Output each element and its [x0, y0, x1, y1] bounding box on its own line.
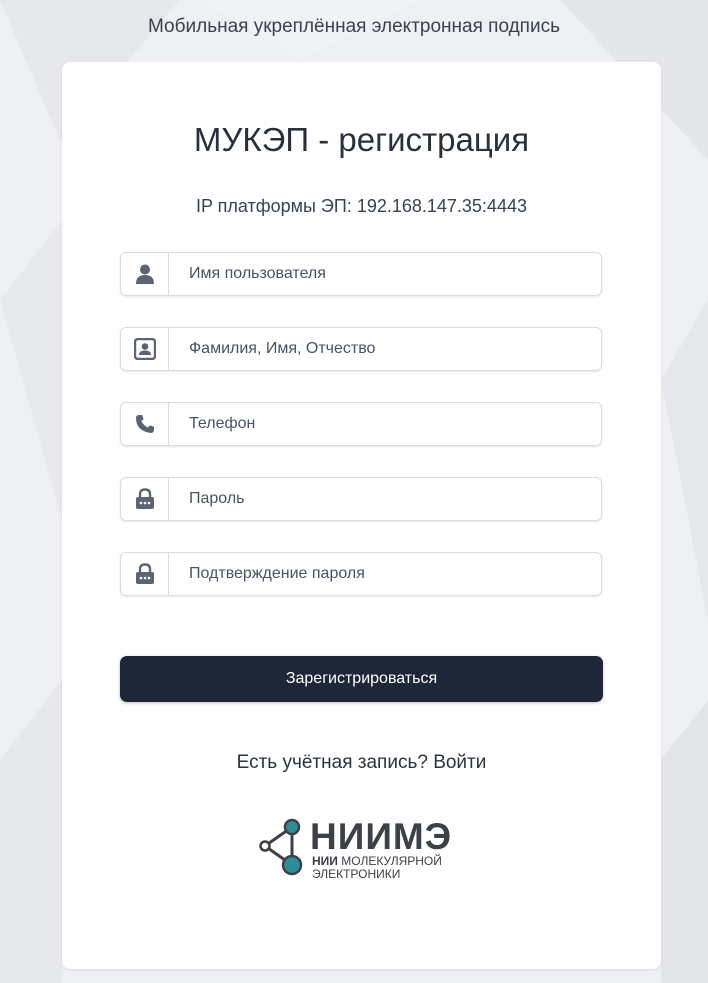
molecule-logo-icon: [259, 818, 303, 876]
lock-icon: [121, 553, 169, 595]
logo-subtitle-line2: ЭЛЕКТРОНИКИ: [312, 867, 401, 881]
logo-wordmark: НИИМЭ: [310, 816, 453, 857]
app-title: Мобильная укреплённая электронная подпис…: [148, 16, 560, 37]
fullname-field-group: [120, 327, 602, 371]
niime-logo: НИИМЭ НИИ МОЛЕКУЛЯРНОЙ ЭЛЕКТРОНИКИ: [252, 814, 482, 884]
phone-input[interactable]: [169, 403, 601, 445]
username-field-group: [120, 252, 602, 296]
logo-subtitle-line1: НИИ МОЛЕКУЛЯРНОЙ: [312, 854, 442, 868]
password-input[interactable]: [169, 478, 601, 520]
fullname-input[interactable]: [169, 328, 601, 370]
lock-icon: [121, 478, 169, 520]
page-title: МУКЭП - регистрация: [193, 121, 530, 158]
username-input[interactable]: [169, 253, 601, 295]
login-link[interactable]: Войти: [433, 752, 486, 773]
register-button[interactable]: Зарегистрироваться: [120, 656, 603, 702]
registration-card: МУКЭП - регистрация IP платформы ЭП: 192…: [62, 62, 661, 969]
login-prompt-text: Есть учётная запись?: [236, 752, 434, 773]
platform-ip-label: IP платформы ЭП: 192.168.147.35:4443: [196, 196, 527, 216]
confirm-password-field-group: [120, 552, 602, 596]
login-prompt-line: Есть учётная запись? Войти: [62, 752, 661, 774]
phone-field-group: [120, 402, 602, 446]
password-field-group: [120, 477, 602, 521]
phone-icon: [121, 403, 169, 445]
user-icon: [121, 253, 169, 295]
contact-card-icon: [121, 328, 169, 370]
confirm-password-input[interactable]: [169, 553, 601, 595]
